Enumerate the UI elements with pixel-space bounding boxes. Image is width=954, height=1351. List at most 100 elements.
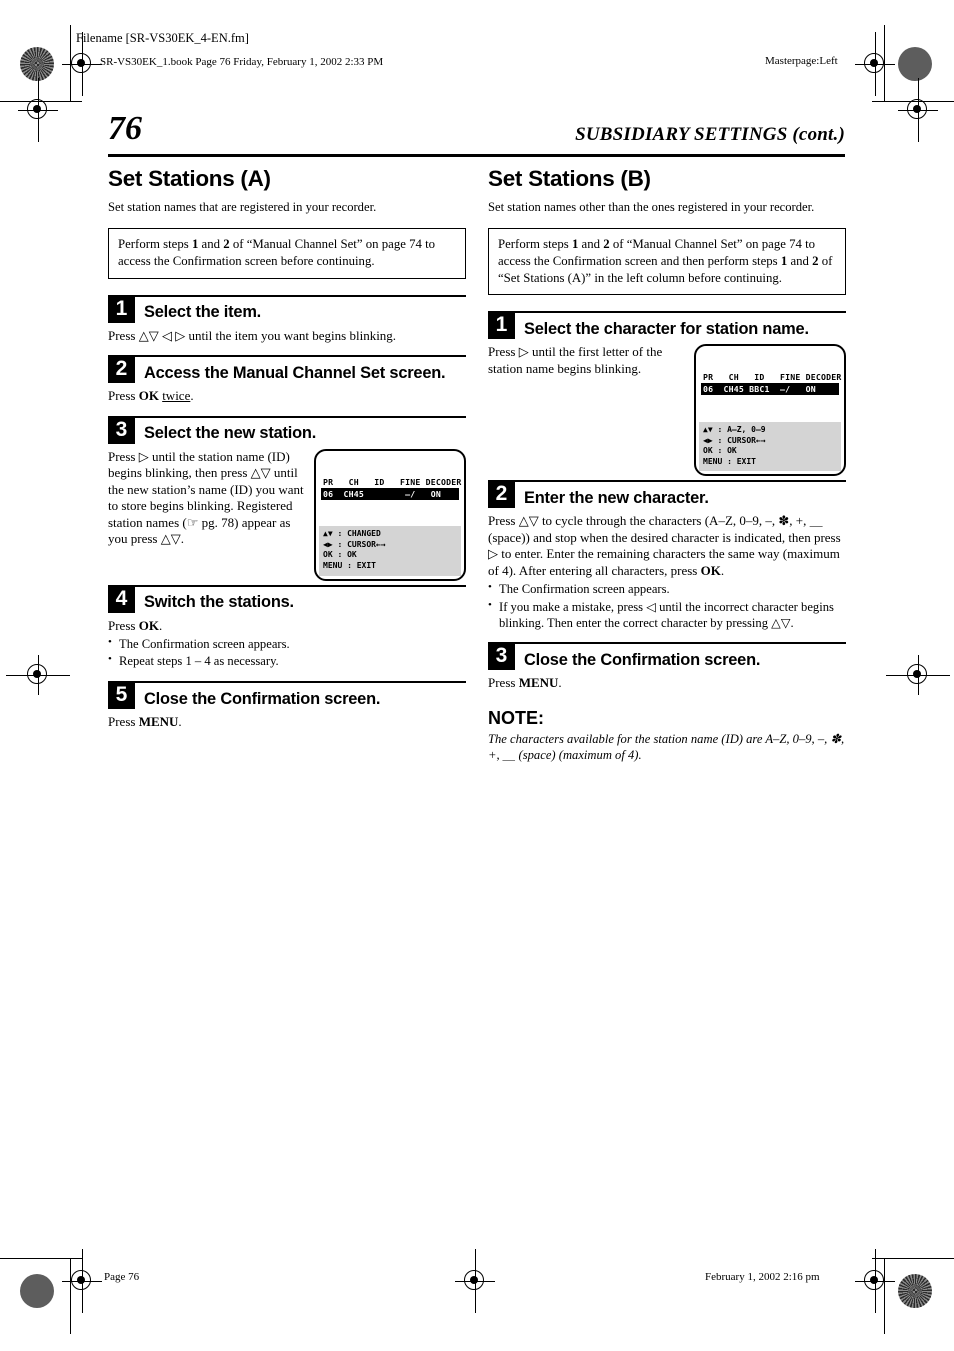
lcd-header-row-left: PR CH ID FINE DECODER bbox=[323, 476, 462, 487]
lcd-legend-line-ok: OK : OK bbox=[323, 550, 357, 560]
section-intro-right: Set station names other than the ones re… bbox=[488, 200, 815, 214]
step-1-left: 1 Select the item. Press △▽ ◁ ▷ until th… bbox=[108, 294, 466, 345]
step-number-badge: 3 bbox=[108, 415, 135, 444]
filename-label: Filename [SR-VS30EK_4-EN.fm] bbox=[76, 31, 249, 45]
step-5-left: 5 Close the Confirmation screen. Press M… bbox=[108, 680, 466, 731]
step-3-right-title: Close the Confirmation screen. bbox=[524, 651, 761, 670]
registration-mark-mid-right bbox=[886, 655, 950, 695]
lcd-table-right: PR CH ID FINE DECODER 06 CH45 BBC1 –/ ON bbox=[701, 350, 841, 418]
section-title-set-stations-a: Set Stations (A) bbox=[108, 166, 271, 191]
step-5-left-header: 5 Close the Confirmation screen. bbox=[108, 680, 466, 709]
bullet-item: Repeat steps 1 – 4 as necessary. bbox=[108, 652, 466, 669]
print-density-patch-top-left bbox=[20, 47, 54, 81]
callout-text-part-2: and bbox=[198, 236, 224, 251]
press-word: Press bbox=[108, 713, 139, 729]
step-1-left-title: Select the item. bbox=[144, 303, 262, 322]
period: . bbox=[558, 675, 562, 691]
step-number-badge: 2 bbox=[108, 355, 135, 384]
lcd-data-row-right: 06 CH45 BBC1 –/ ON bbox=[701, 383, 839, 396]
registration-mark-bottom-center bbox=[455, 1249, 495, 1313]
step-1-left-header: 1 Select the item. bbox=[108, 294, 466, 323]
step-1-right: 1 Select the character for station name.… bbox=[488, 311, 846, 477]
print-density-patch-top-right bbox=[898, 47, 932, 81]
step-5-left-body: Press MENU. bbox=[108, 714, 466, 731]
lcd-legend-line-exit: MENU : EXIT bbox=[323, 560, 376, 570]
step-3-right: 3 Close the Confirmation screen. Press M… bbox=[488, 642, 846, 692]
step-4-left-body: Press OK. bbox=[108, 618, 466, 635]
step-2-right-header: 2 Enter the new character. bbox=[488, 480, 846, 509]
button-name-menu: MENU bbox=[138, 713, 179, 729]
step-number-badge: 4 bbox=[108, 584, 135, 613]
step-number-badge: 5 bbox=[108, 680, 135, 709]
header-divider-rule bbox=[108, 154, 845, 157]
step-title-rule: Close the Confirmation screen. bbox=[135, 680, 466, 709]
emphasis-twice: twice bbox=[162, 388, 191, 404]
lcd-table-left: PR CH ID FINE DECODER 06 CH45 –/ ON bbox=[321, 455, 462, 523]
lcd-legend-line-cursor: ◀▶ : CURSOR←→ bbox=[323, 539, 386, 549]
step-1-right-title: Select the character for station name. bbox=[524, 320, 809, 339]
step-2-right-body: Press △▽ to cycle through the characters… bbox=[488, 513, 846, 579]
callout-text-part-1: Perform steps bbox=[118, 236, 192, 251]
note-heading: NOTE: bbox=[488, 707, 544, 728]
lcd-legend-line-exit: MENU : EXIT bbox=[703, 456, 756, 466]
step-2-left: 2 Access the Manual Channel Set screen. … bbox=[108, 355, 466, 405]
step-3-left-content: Press ▷ until the station name (ID) begi… bbox=[108, 448, 466, 581]
step-title-rule: Select the new station. bbox=[135, 415, 466, 444]
callout-text-part-2: and bbox=[578, 236, 604, 251]
step-number-badge: 1 bbox=[108, 294, 135, 323]
button-name-menu: MENU bbox=[518, 675, 559, 691]
step-2-left-title: Access the Manual Channel Set screen. bbox=[144, 363, 446, 382]
step-number-badge: 1 bbox=[488, 311, 515, 340]
step-5-left-title: Close the Confirmation screen. bbox=[144, 689, 381, 708]
step-1-right-header: 1 Select the character for station name. bbox=[488, 311, 846, 340]
step-3-left-body: Press ▷ until the station name (ID) begi… bbox=[108, 448, 304, 547]
step-2-left-body: Press OK twice. bbox=[108, 388, 466, 405]
registration-mark-top-right bbox=[855, 32, 895, 96]
step-1-right-body: Press ▷ until the first letter of the st… bbox=[488, 344, 663, 376]
step-1-left-body: Press △▽ ◁ ▷ until the item you want beg… bbox=[108, 327, 397, 343]
callout-text-part-4: and bbox=[787, 253, 813, 268]
button-name-ok: OK bbox=[700, 562, 721, 578]
footer-date-label: February 1, 2002 2:16 pm bbox=[705, 1271, 820, 1283]
button-name-ok: OK bbox=[138, 617, 159, 633]
step-title-rule: Close the Confirmation screen. bbox=[515, 642, 846, 670]
step-3-right-body: Press MENU. bbox=[488, 675, 846, 692]
registration-mark-mid-left bbox=[6, 655, 70, 695]
step-4-left-title: Switch the stations. bbox=[144, 593, 294, 612]
left-column: Set Stations (A) Set station names that … bbox=[108, 166, 466, 741]
masterpage-label: Masterpage:Left bbox=[765, 55, 838, 67]
lcd-legend-line-ok: OK : OK bbox=[703, 446, 737, 456]
step-4-left-bullets: The Confirmation screen appears. Repeat … bbox=[108, 635, 466, 670]
step-number-badge: 3 bbox=[488, 642, 515, 671]
period: . bbox=[178, 713, 182, 729]
step-title-rule: Select the character for station name. bbox=[515, 311, 846, 339]
lcd-screen-illustration-right: PR CH ID FINE DECODER 06 CH45 BBC1 –/ ON… bbox=[694, 344, 846, 477]
prerequisite-callout-left: Perform steps 1 and 2 of “Manual Channel… bbox=[108, 227, 466, 279]
step-title-rule: Enter the new character. bbox=[515, 480, 846, 508]
step-1-right-content: Press ▷ until the first letter of the st… bbox=[488, 344, 846, 477]
book-reference-line: SR-VS30EK_1.book Page 76 Friday, Februar… bbox=[100, 56, 384, 68]
step-2-right-body-text: Press △▽ to cycle through the characters… bbox=[488, 513, 841, 578]
trim-rule-top-right bbox=[872, 101, 954, 102]
bullet-item: If you make a mistake, press ◁ until the… bbox=[488, 598, 846, 632]
step-title-rule: Access the Manual Channel Set screen. bbox=[135, 355, 466, 383]
press-word: Press bbox=[488, 675, 519, 691]
print-density-patch-bottom-left bbox=[20, 1274, 54, 1308]
registration-mark-bottom-left bbox=[62, 1249, 102, 1313]
lcd-data-row-left: 06 CH45 –/ ON bbox=[321, 487, 459, 500]
step-4-left-header: 4 Switch the stations. bbox=[108, 584, 466, 613]
registration-mark-top-left bbox=[62, 32, 102, 96]
step-4-left: 4 Switch the stations. Press OK. The Con… bbox=[108, 584, 466, 670]
print-density-patch-bottom-right bbox=[898, 1274, 932, 1308]
step-title-rule: Switch the stations. bbox=[135, 584, 466, 613]
step-3-left: 3 Select the new station. Press ▷ until … bbox=[108, 415, 466, 581]
bullet-item: The Confirmation screen appears. bbox=[488, 580, 846, 597]
step-2-right: 2 Enter the new character. Press △▽ to c… bbox=[488, 480, 846, 631]
period: . bbox=[158, 617, 163, 633]
press-word: Press bbox=[108, 388, 139, 404]
trim-rule-top-left bbox=[0, 101, 82, 102]
right-column: Set Stations (B) Set station names other… bbox=[488, 166, 846, 764]
registration-mark-upper-right bbox=[898, 78, 938, 142]
step-3-right-header: 3 Close the Confirmation screen. bbox=[488, 642, 846, 671]
page-number: 76 bbox=[108, 110, 142, 147]
